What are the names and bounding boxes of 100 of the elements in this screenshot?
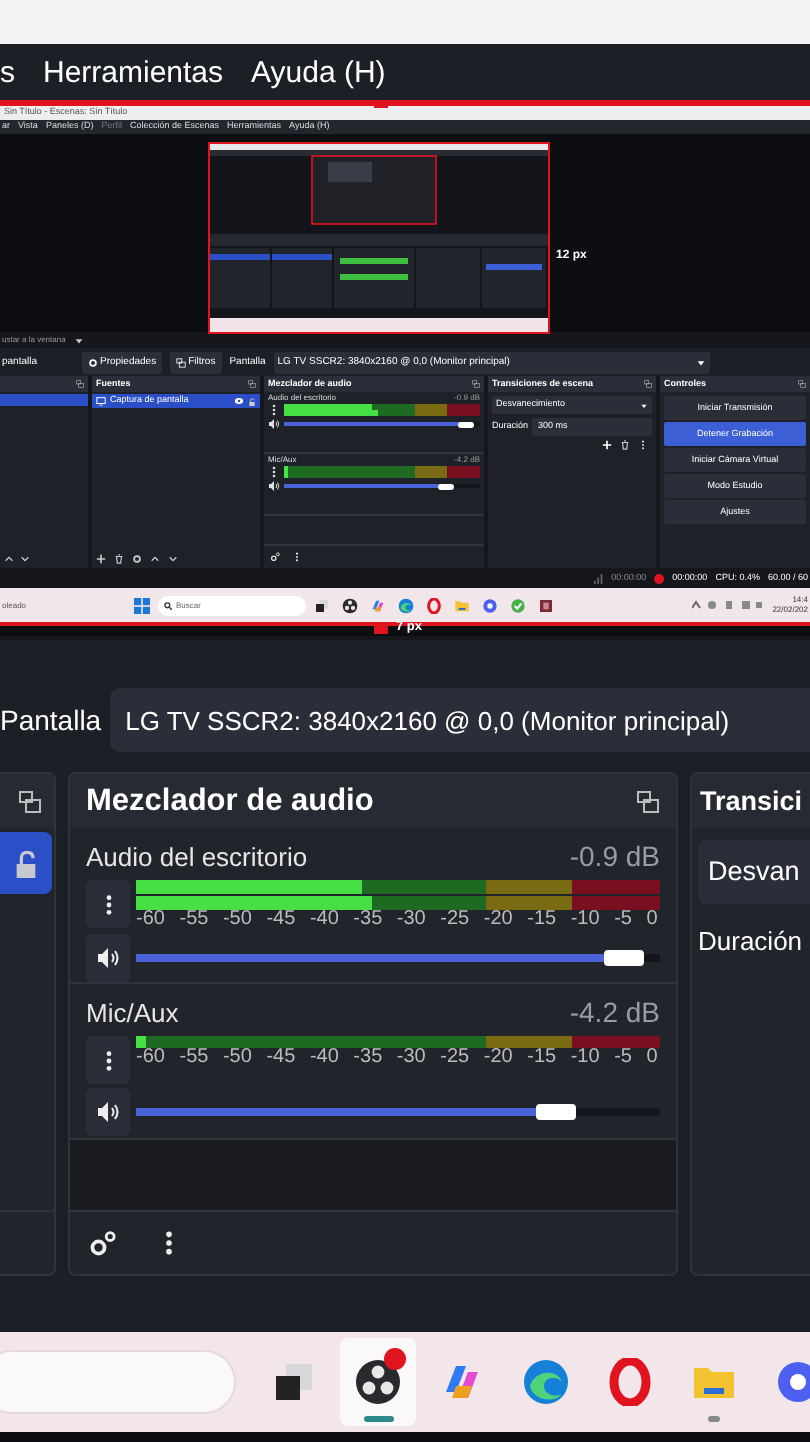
resize-handle[interactable] [374, 622, 388, 634]
chat-bubble-icon [774, 1358, 810, 1406]
gears-icon[interactable] [88, 1229, 116, 1257]
running-indicator [363, 1416, 393, 1422]
running-indicator [708, 1416, 720, 1422]
plus-icon[interactable] [96, 554, 106, 564]
scale-label: -20 [483, 1048, 513, 1068]
slider-thumb[interactable] [458, 421, 475, 427]
more-icon[interactable] [268, 466, 280, 478]
scale-label: -35 [353, 1048, 383, 1068]
up-icon[interactable] [4, 554, 14, 564]
speaker-icon[interactable] [96, 946, 120, 970]
scale-label: -15 [527, 1048, 557, 1068]
more-icon[interactable] [268, 404, 280, 416]
undock-icon[interactable] [798, 380, 806, 388]
undock-icon[interactable] [76, 380, 84, 388]
disc-icon [342, 597, 358, 613]
transition-dropdown[interactable]: Desvan [698, 840, 810, 904]
scale-label: -60 [136, 910, 165, 930]
scale-label: -30 [396, 1048, 426, 1068]
scale-label: -40 [309, 1048, 339, 1068]
stacked-squares-icon [270, 1358, 318, 1406]
windows-icon[interactable] [134, 597, 150, 613]
volume-slider[interactable] [284, 421, 480, 427]
scale-label: 0 [646, 1048, 658, 1068]
scale-label: -45 [266, 910, 296, 930]
ring-icon [426, 597, 442, 613]
up-icon[interactable] [150, 554, 160, 564]
scale-label: -30 [396, 910, 426, 930]
check-icon [510, 597, 526, 613]
down-icon[interactable] [168, 554, 178, 564]
scale-label: -55 [179, 1048, 209, 1068]
signal-icon [593, 573, 604, 583]
scale-label: -50 [222, 1048, 252, 1068]
undock-icon[interactable] [472, 380, 480, 388]
lock-icon[interactable] [12, 849, 40, 877]
chat-bubble-icon [482, 597, 498, 613]
display-label: Pantalla [0, 706, 102, 734]
search-icon [164, 601, 172, 609]
lock-icon[interactable] [248, 397, 256, 405]
scale-label: -10 [570, 910, 600, 930]
mute-button[interactable] [86, 934, 130, 982]
gears-icon[interactable] [270, 552, 280, 562]
disc-icon [354, 1358, 402, 1406]
trash-icon[interactable] [620, 440, 630, 450]
monitor-icon[interactable] [96, 396, 106, 406]
ring-icon [606, 1358, 654, 1406]
caret-icon[interactable] [640, 401, 648, 409]
scale-label: -35 [353, 910, 383, 930]
eye-icon[interactable] [234, 396, 244, 406]
wave-icon [398, 597, 414, 613]
speaker-icon[interactable] [96, 1100, 120, 1124]
filter-icon[interactable] [176, 357, 187, 367]
trash-icon[interactable] [114, 554, 124, 564]
scale-label: -20 [483, 910, 513, 930]
folder-icon [454, 597, 470, 613]
swirl-icon [370, 597, 386, 613]
stacked-squares-icon [314, 597, 330, 613]
caret-icon[interactable] [695, 357, 706, 367]
more-button[interactable] [86, 880, 130, 928]
taskbar-button[interactable] [340, 1338, 416, 1426]
undock-icon[interactable] [636, 789, 660, 813]
undock-icon[interactable] [18, 789, 42, 813]
menu-item[interactable]: s [0, 57, 15, 87]
dock-title: Mezclador de audio [86, 785, 374, 817]
volume-slider[interactable] [136, 950, 660, 966]
scale-label: -5 [614, 910, 632, 930]
undock-icon[interactable] [644, 380, 652, 388]
duration-label: Duración [698, 928, 805, 954]
tray-icons-drawing [692, 600, 765, 610]
scale-label: -25 [440, 1048, 470, 1068]
channel-name: Mic/Aux [86, 999, 179, 1025]
scale-label: -25 [440, 910, 470, 930]
speaker-icon[interactable] [268, 480, 280, 492]
display-dropdown[interactable]: LG TV SSCR2: 3840x2160 @ 0,0 (Monitor principal) [109, 688, 810, 752]
speaker-icon[interactable] [268, 418, 280, 430]
scale-label: -10 [570, 1048, 600, 1068]
menu-item[interactable]: Ayuda (H) [251, 57, 386, 87]
volume-slider[interactable] [284, 483, 480, 489]
slider-thumb[interactable] [603, 950, 644, 966]
down-icon[interactable] [20, 554, 30, 564]
scale-label: 0 [646, 910, 658, 930]
thumbnail-icon [538, 597, 554, 613]
mute-button[interactable] [86, 1088, 130, 1136]
dock-title: Transici [700, 787, 803, 815]
menu-item[interactable]: Herramientas [43, 57, 224, 87]
volume-slider[interactable] [136, 1104, 660, 1120]
scale-label: -5 [614, 1048, 632, 1068]
scale-label: -55 [179, 910, 209, 930]
search-field[interactable] [0, 1350, 236, 1414]
scale-label: -50 [222, 910, 252, 930]
more-button[interactable] [86, 1036, 130, 1084]
slider-thumb[interactable] [535, 1104, 576, 1120]
gear-icon[interactable] [132, 554, 142, 564]
volume-reading: -4.2 dB [569, 998, 660, 1026]
volume-reading: -0.9 dB [569, 842, 660, 870]
undock-icon[interactable] [248, 380, 256, 388]
scale-label: -45 [266, 1048, 296, 1068]
source-item[interactable] [0, 832, 52, 894]
slider-thumb[interactable] [438, 483, 455, 489]
